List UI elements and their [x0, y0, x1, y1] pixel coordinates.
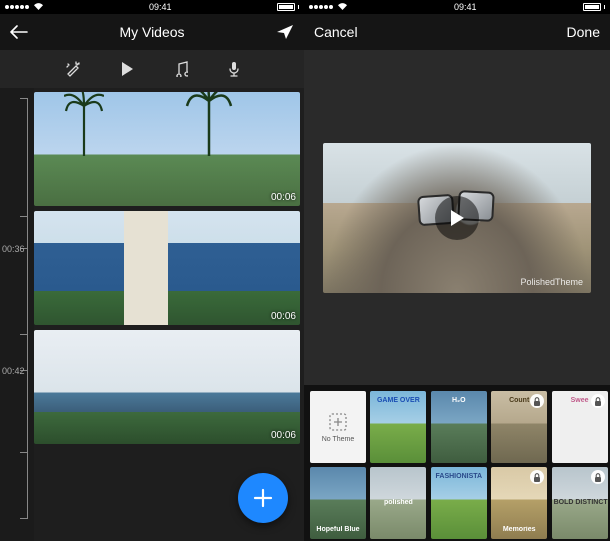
- editor-screen: 09:41 My Videos 00:36 00:42: [0, 0, 304, 541]
- theme-bold[interactable]: BOLD DISTINCT: [552, 467, 608, 539]
- play-button[interactable]: [121, 61, 134, 77]
- share-button[interactable]: [276, 24, 294, 40]
- theme-none[interactable]: No Theme: [310, 391, 366, 463]
- video-preview[interactable]: PolishedTheme: [323, 143, 591, 293]
- theme-count[interactable]: Count: [491, 391, 547, 463]
- add-clip-button[interactable]: [238, 473, 288, 523]
- timeline: 00:36 00:42 00:06 00:06 00:06: [0, 88, 304, 541]
- status-time: 09:41: [149, 2, 172, 12]
- signal-dots: [309, 2, 348, 12]
- preview-area: PolishedTheme: [304, 50, 610, 385]
- theme-label: FASHIONISTA: [431, 473, 487, 480]
- theme-label: polished: [370, 499, 426, 506]
- wifi-icon: [33, 2, 44, 12]
- nav-bar: My Videos: [0, 14, 304, 50]
- theme-hopeful[interactable]: Hopeful Blue: [310, 467, 366, 539]
- battery-icon: [583, 3, 606, 11]
- lock-icon: [591, 470, 605, 484]
- wifi-icon: [337, 2, 348, 12]
- clip-duration: 00:06: [271, 311, 296, 322]
- clip-thumbnail[interactable]: 00:06: [34, 330, 300, 444]
- signal-dots: [5, 2, 44, 12]
- theme-label: Hopeful Blue: [310, 526, 366, 533]
- theme-label: No Theme: [322, 436, 355, 443]
- preview-watermark: PolishedTheme: [520, 277, 583, 287]
- lock-icon: [591, 394, 605, 408]
- status-time: 09:41: [454, 2, 477, 12]
- battery-icon: [277, 3, 300, 11]
- effects-button[interactable]: [65, 61, 81, 77]
- back-button[interactable]: [10, 25, 28, 39]
- theme-label: H₂O: [431, 397, 487, 404]
- status-bar: 09:41: [0, 0, 304, 14]
- theme-label: Memories: [491, 526, 547, 533]
- play-icon[interactable]: [435, 196, 479, 240]
- theme-gameover[interactable]: GAME OVER: [370, 391, 426, 463]
- theme-screen: 09:41 Cancel Done PolishedTheme No Theme…: [304, 0, 610, 541]
- cancel-button[interactable]: Cancel: [314, 24, 358, 40]
- theme-fashion[interactable]: FASHIONISTA: [431, 467, 487, 539]
- theme-label: BOLD DISTINCT: [552, 499, 608, 506]
- theme-polished[interactable]: polished: [370, 467, 426, 539]
- clip-duration: 00:06: [271, 192, 296, 203]
- theme-label: GAME OVER: [370, 397, 426, 404]
- editor-toolbar: [0, 50, 304, 88]
- themes-panel: No Theme GAME OVER H₂O CountSwee Hopeful Blu…: [304, 385, 610, 541]
- nav-title: My Videos: [0, 24, 304, 40]
- ruler-label: 00:42: [2, 366, 25, 376]
- clip-thumbnail[interactable]: 00:06: [34, 92, 300, 206]
- mic-button[interactable]: [228, 61, 240, 78]
- done-button[interactable]: Done: [567, 24, 600, 40]
- music-button[interactable]: [174, 61, 188, 77]
- clip-thumbnail[interactable]: 00:06: [34, 211, 300, 325]
- status-bar: 09:41: [304, 0, 610, 14]
- theme-h2o[interactable]: H₂O: [431, 391, 487, 463]
- ruler-label: 00:36: [2, 244, 25, 254]
- theme-memories[interactable]: Memories: [491, 467, 547, 539]
- time-ruler: 00:36 00:42: [0, 88, 34, 541]
- clip-duration: 00:06: [271, 430, 296, 441]
- nav-bar: Cancel Done: [304, 14, 610, 50]
- theme-swee[interactable]: Swee: [552, 391, 608, 463]
